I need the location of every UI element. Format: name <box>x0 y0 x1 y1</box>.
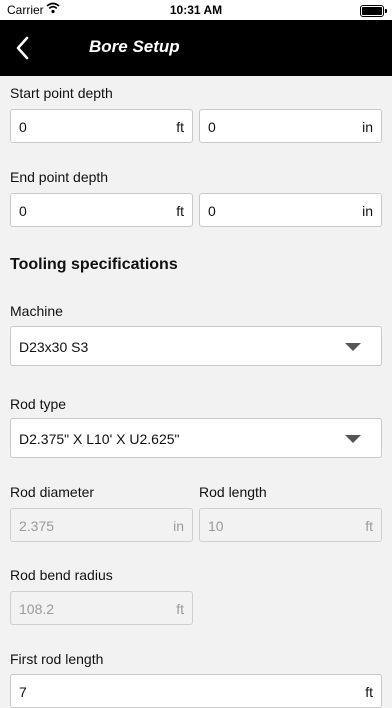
end-depth-ft-value: 0 <box>19 203 27 219</box>
rod-bend-radius-label: Rod bend radius <box>10 567 113 583</box>
tooling-section-title: Tooling specifications <box>10 256 178 273</box>
dropdown-arrow-icon <box>345 435 361 443</box>
first-rod-length-value: 7 <box>19 684 27 700</box>
rod-bend-radius-field: 108.2 ft <box>10 591 193 625</box>
first-rod-length-label: First rod length <box>10 651 104 667</box>
end-depth-in-unit: in <box>362 203 373 219</box>
machine-value: D23x30 S3 <box>19 339 89 355</box>
rod-diameter-label: Rod diameter <box>10 484 95 500</box>
end-depth-in-input[interactable]: 0 in <box>199 193 382 227</box>
start-depth-ft-unit: ft <box>176 119 184 135</box>
start-depth-in-unit: in <box>362 119 373 135</box>
machine-label: Machine <box>10 303 63 319</box>
clock: 10:31 AM <box>169 3 223 17</box>
start-depth-in-value: 0 <box>208 119 216 135</box>
status-bar: Carrier 10:31 AM <box>0 0 392 20</box>
rod-type-value: D2.375" X L10' X U2.625" <box>19 431 180 447</box>
battery-icon <box>360 5 387 17</box>
end-depth-label: End point depth <box>10 169 109 185</box>
machine-select[interactable]: D23x30 S3 <box>10 326 382 366</box>
dropdown-arrow-icon <box>345 343 361 351</box>
rod-length-unit: ft <box>365 518 373 534</box>
end-depth-ft-unit: ft <box>176 203 184 219</box>
start-depth-ft-input[interactable]: 0 ft <box>10 109 193 143</box>
rod-length-label: Rod length <box>199 484 267 500</box>
rod-type-label: Rod type <box>10 396 67 412</box>
first-rod-length-unit: ft <box>365 684 373 700</box>
back-chevron-icon[interactable] <box>12 34 36 62</box>
end-depth-ft-input[interactable]: 0 ft <box>10 193 193 227</box>
start-depth-label: Start point depth <box>10 85 113 101</box>
navigation-bar: Bore Setup <box>0 20 392 76</box>
first-rod-length-input[interactable]: 7 ft <box>10 674 382 708</box>
start-depth-in-input[interactable]: 0 in <box>199 109 382 143</box>
rod-bend-radius-unit: ft <box>176 601 184 617</box>
start-depth-ft-value: 0 <box>19 119 27 135</box>
rod-length-value: 10 <box>208 518 224 534</box>
rod-diameter-field: 2.375 in <box>10 508 193 542</box>
end-depth-in-value: 0 <box>208 203 216 219</box>
rod-diameter-unit: in <box>173 518 184 534</box>
rod-bend-radius-value: 108.2 <box>19 601 55 617</box>
rod-type-select[interactable]: D2.375" X L10' X U2.625" <box>10 418 382 458</box>
rod-diameter-value: 2.375 <box>19 518 55 534</box>
rod-length-field: 10 ft <box>199 508 382 542</box>
page-title: Bore Setup <box>89 37 180 56</box>
